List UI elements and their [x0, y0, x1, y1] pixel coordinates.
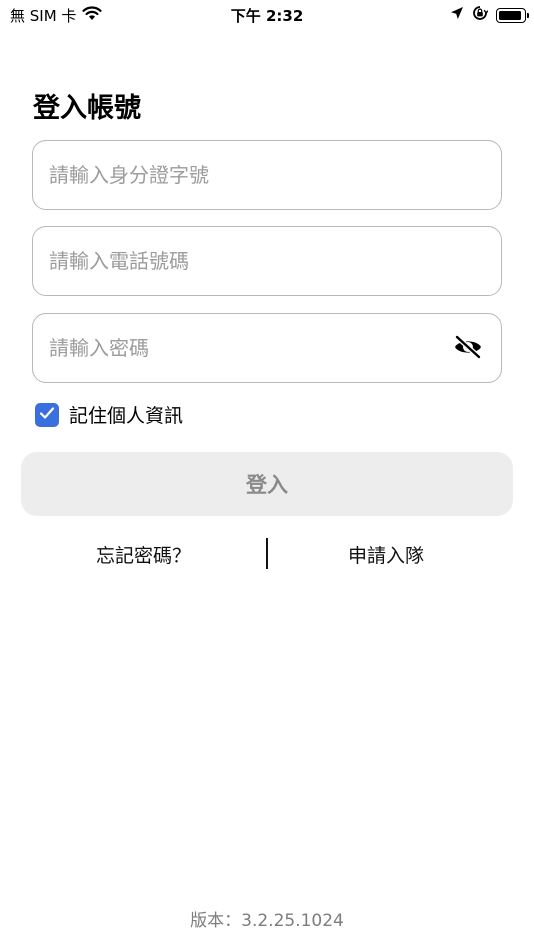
links-divider: [266, 538, 268, 569]
status-right: [450, 5, 529, 25]
id-number-field: [32, 140, 502, 210]
checkmark-icon: [39, 405, 55, 424]
id-number-input[interactable]: [49, 141, 449, 209]
status-bar: 無 SIM 卡 下午 2:32: [0, 0, 534, 28]
remember-me-row[interactable]: 記住個人資訊: [35, 401, 183, 428]
phone-field: [32, 226, 502, 296]
location-arrow-icon: [450, 6, 464, 24]
apply-to-join-link[interactable]: 申請入隊: [348, 541, 424, 568]
eye-off-icon: [453, 334, 483, 363]
version-label: 版本：3.2.25.1024: [190, 911, 344, 931]
forgot-password-link[interactable]: 忘記密碼？: [96, 541, 191, 568]
account-links: 忘記密碼？ 申請入隊: [0, 538, 534, 570]
remember-me-label: 記住個人資訊: [69, 405, 184, 427]
password-visibility-toggle[interactable]: [453, 334, 483, 364]
phone-input[interactable]: [49, 227, 449, 295]
login-screen: 無 SIM 卡 下午 2:32 登入帳號 請輸入身分證字號 請輸入電話號碼 記住…: [0, 0, 534, 950]
battery-icon: [496, 7, 529, 23]
password-field: [32, 313, 502, 383]
login-button[interactable]: 登入: [21, 452, 513, 516]
password-input[interactable]: [49, 314, 449, 382]
orientation-lock-icon: [472, 5, 489, 25]
remember-me-checkbox[interactable]: [35, 402, 59, 427]
page-title: 登入帳號: [33, 93, 141, 124]
